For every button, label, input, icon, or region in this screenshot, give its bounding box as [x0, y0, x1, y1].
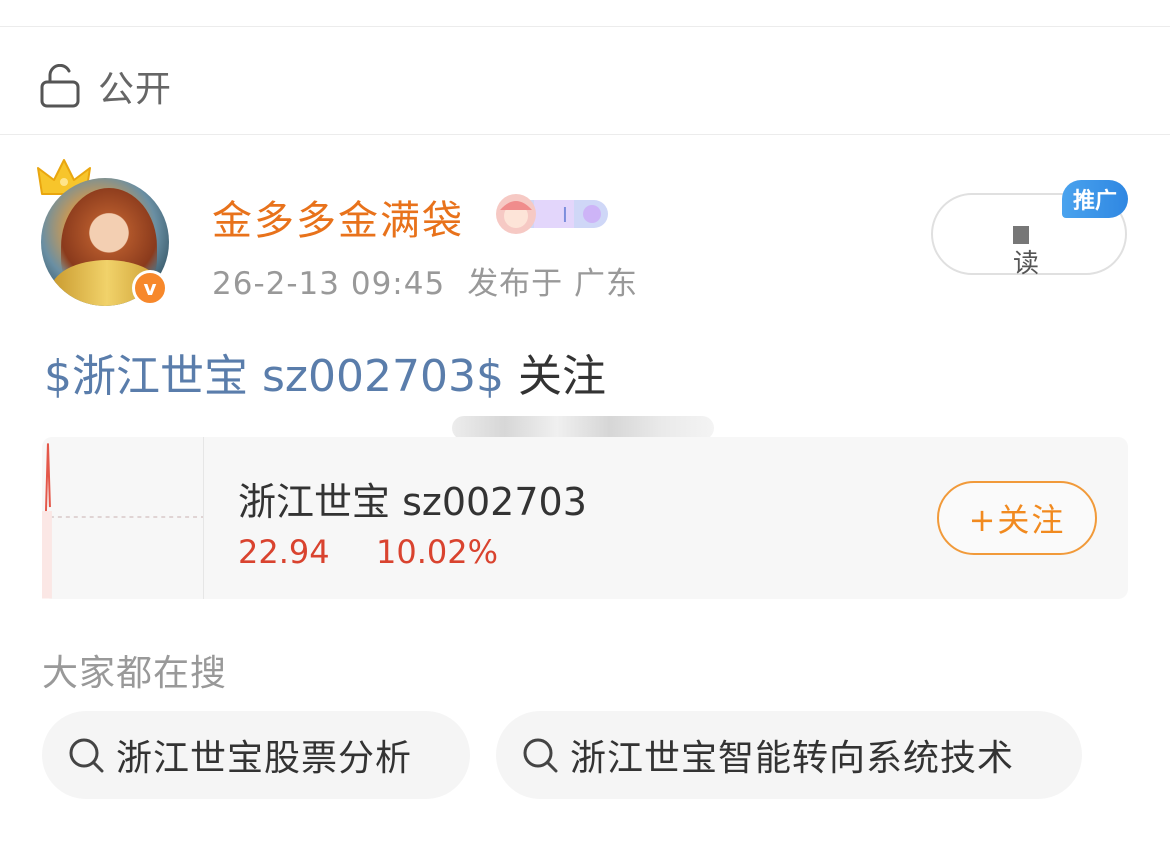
follow-stock-button[interactable]: +关注 — [937, 481, 1097, 555]
search-suggestion-chip[interactable]: 浙江世宝智能转向系统技术 — [496, 711, 1082, 799]
trending-search-heading: 大家都在搜 — [42, 653, 228, 694]
post-meta: 26-2-13 09:45 发布于 广东 — [212, 258, 638, 303]
member-badge-icon: I — [496, 194, 608, 234]
post-content: $浙江世宝 sz002703$ 关注 — [44, 340, 606, 404]
visibility-row[interactable]: 公开 — [40, 58, 172, 114]
search-icon — [69, 738, 104, 773]
stock-name: 浙江世宝 sz002703 — [238, 480, 587, 524]
search-suggestion-label: 浙江世宝智能转向系统技术 — [570, 738, 1015, 779]
stock-card[interactable]: 浙江世宝 sz002703 22.94 10.02% +关注 — [42, 437, 1128, 599]
section-divider — [0, 134, 1170, 135]
post-trailing-text: 关注 — [503, 351, 606, 402]
top-divider — [0, 26, 1170, 27]
promo-button-label: 读 — [1013, 249, 1040, 279]
stock-mini-chart — [42, 437, 204, 599]
search-icon — [523, 738, 558, 773]
visibility-label: 公开 — [98, 69, 173, 110]
author-name[interactable]: 金多多金满袋 — [212, 188, 464, 246]
author-avatar-wrap[interactable]: v — [36, 156, 176, 306]
stock-change-percent: 10.02% — [376, 533, 499, 571]
verified-badge: v — [132, 270, 168, 306]
post-timestamp: 26-2-13 09:45 — [212, 266, 446, 302]
post-location: 发布于 广东 — [467, 266, 639, 302]
search-suggestion-label: 浙江世宝股票分析 — [116, 738, 413, 779]
svg-text:I: I — [562, 203, 568, 227]
promo-tag: 推广 — [1062, 180, 1128, 218]
unlock-icon — [40, 64, 80, 108]
stock-topic-link[interactable]: $浙江世宝 sz002703$ — [44, 351, 504, 402]
search-suggestion-chip[interactable]: 浙江世宝股票分析 — [42, 711, 470, 799]
stock-price: 22.94 — [238, 533, 330, 571]
